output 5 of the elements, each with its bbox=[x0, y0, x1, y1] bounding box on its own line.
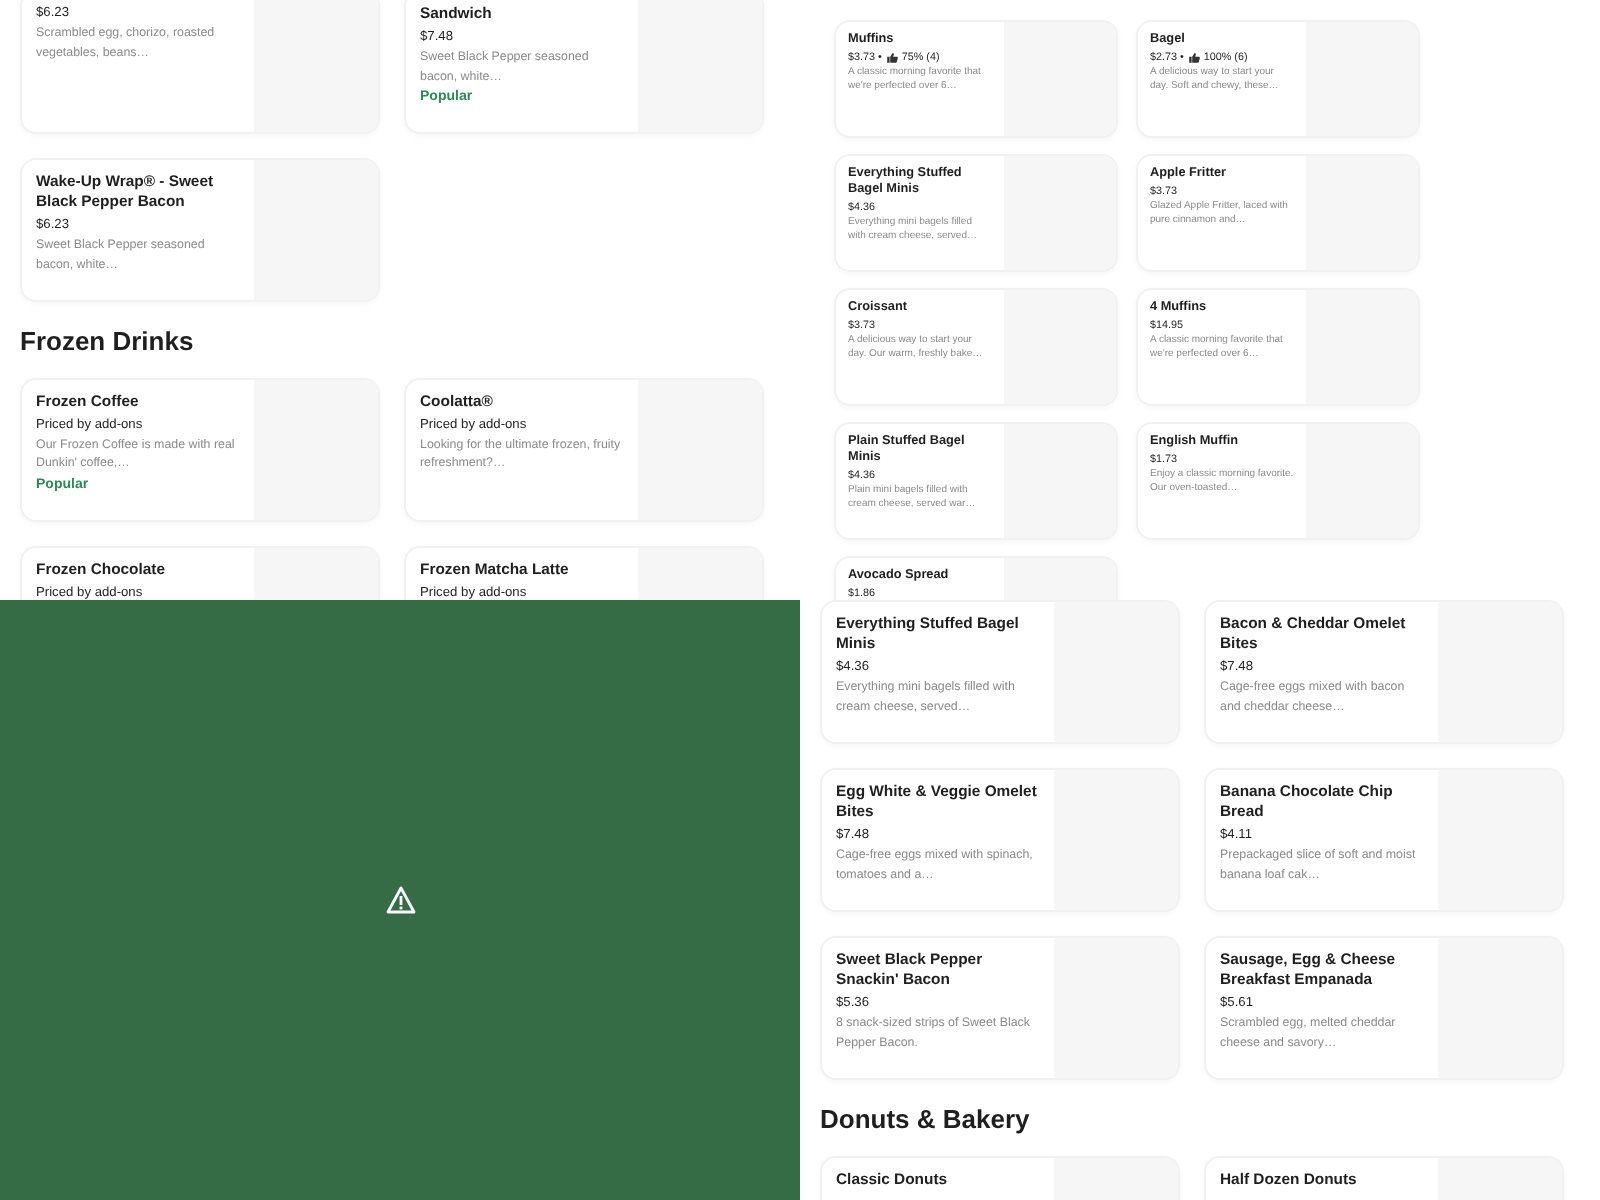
section-heading: Donuts & Bakery bbox=[820, 1102, 1032, 1138]
warning-icon bbox=[385, 886, 415, 914]
thumbs-up-icon bbox=[885, 52, 898, 64]
thumbs-up-icon bbox=[1187, 52, 1200, 64]
section-heading: Frozen Drinks bbox=[20, 324, 196, 360]
